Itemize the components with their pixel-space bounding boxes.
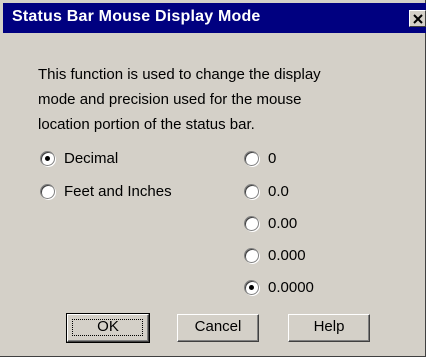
radio-label-precision-0: 0 xyxy=(268,149,277,167)
radio-label-precision-3: 0.000 xyxy=(268,246,306,264)
description-line: location portion of the status bar. xyxy=(38,116,255,133)
ok-button-label: OK xyxy=(97,318,119,335)
radio-precision-4[interactable]: 0.0000 xyxy=(244,277,314,297)
radio-label-precision-2: 0.00 xyxy=(268,214,298,232)
description-line: mode and precision used for the mouse xyxy=(38,91,302,108)
radio-label-feet-and-inches: Feet and Inches xyxy=(64,182,172,200)
radio-selected-dot xyxy=(45,155,50,161)
dialog-title: Status Bar Mouse Display Mode xyxy=(12,8,261,25)
radio-button[interactable] xyxy=(244,247,259,263)
radio-button[interactable] xyxy=(40,150,55,166)
radio-button[interactable] xyxy=(244,183,259,199)
title-bar[interactable]: Status Bar Mouse Display Mode xyxy=(3,3,426,33)
ok-button[interactable]: OK xyxy=(66,313,150,343)
description-line: This function is used to change the disp… xyxy=(38,66,321,83)
close-icon xyxy=(413,14,423,24)
cancel-button-label: Cancel xyxy=(194,318,242,335)
radio-button[interactable] xyxy=(244,150,259,166)
close-button[interactable] xyxy=(409,10,426,27)
radio-precision-2[interactable]: 0.00 xyxy=(244,213,297,233)
radio-precision-3[interactable]: 0.000 xyxy=(244,245,306,265)
radio-button[interactable] xyxy=(40,183,55,199)
radio-decimal[interactable]: Decimal xyxy=(40,148,118,168)
radio-precision-0[interactable]: 0 xyxy=(244,148,276,168)
help-button[interactable]: Help xyxy=(288,314,370,342)
help-button-label: Help xyxy=(313,318,345,335)
radio-label-precision-1: 0.0 xyxy=(268,182,289,200)
radio-selected-dot xyxy=(249,284,254,290)
radio-button[interactable] xyxy=(244,215,259,231)
cancel-button[interactable]: Cancel xyxy=(177,314,259,342)
radio-label-precision-4: 0.0000 xyxy=(268,278,314,296)
description: This function is used to change the disp… xyxy=(38,62,368,137)
radio-precision-1[interactable]: 0.0 xyxy=(244,181,289,201)
radio-button[interactable] xyxy=(244,279,259,295)
status-bar-mouse-display-mode-dialog: Status Bar Mouse Display Mode This funct… xyxy=(0,0,426,357)
radio-label-decimal: Decimal xyxy=(64,149,119,167)
radio-feet-and-inches[interactable]: Feet and Inches xyxy=(40,181,172,201)
